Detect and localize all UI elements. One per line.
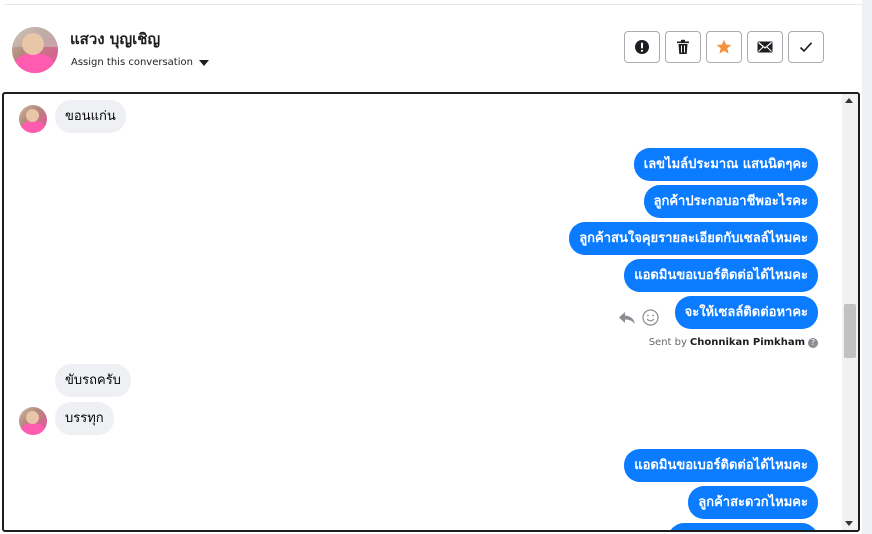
scrollbar-thumb[interactable] [844,304,856,358]
incoming-message: บรรทุก [55,402,114,435]
mark-unread-button[interactable] [747,31,783,63]
star-button[interactable] [706,31,742,63]
help-icon[interactable]: ? [808,337,818,348]
star-icon [716,39,732,54]
outgoing-message: ลูกค้าสนใจคุยรายละเอียดกับเซลล์ไหมคะ [569,222,818,255]
trash-icon [677,39,689,54]
contact-name[interactable]: แสวง บุญเชิญ [70,27,160,51]
conversation-toolbar [624,31,824,63]
envelope-icon [757,41,773,53]
page-edge-strip [862,0,872,534]
outgoing-message: แอดมินขอเบอร์ติดต่อได้ไหมคะ [624,259,818,292]
inbox-conversation-view: แสวง บุญเชิญ Assign this conversation ขอ… [0,0,872,534]
scroll-up-arrow-icon[interactable] [845,98,853,103]
checkmark-icon [799,42,813,53]
incoming-message: ขับรถครับ [55,364,131,397]
conversation-header: แสวง บุญเชิญ Assign this conversation [4,5,862,87]
contact-avatar-small [19,105,47,133]
sent-by-label: Sent by Chonnikan Pimkham ? [649,337,818,348]
outgoing-message: ลูกค้าสะดวกไหมคะ [688,486,818,519]
sender-name: Chonnikan Pimkham [689,337,805,348]
outgoing-message: เลขไมล์ประมาณ แสนนิดๆคะ [633,148,818,181]
outgoing-message: จะให้เซลล์ติดต่อหาคะ [674,296,818,329]
react-smiley-icon[interactable] [642,309,659,326]
assign-conversation-dropdown[interactable]: Assign this conversation [71,57,209,68]
scrollbar[interactable] [842,94,858,530]
scroll-down-arrow-icon[interactable] [845,521,853,526]
outgoing-message-partial [668,523,818,530]
outgoing-message: แอดมินขอเบอร์ติดต่อได้ไหมคะ [624,449,818,482]
assign-label: Assign this conversation [71,57,193,68]
reply-icon[interactable] [618,310,636,326]
contact-avatar[interactable] [12,27,58,73]
mark-spam-button[interactable] [624,31,660,63]
message-thread[interactable]: ขอนแก่น เลขไมล์ประมาณ แสนนิดๆคะ ลูกค้าปร… [2,92,860,532]
delete-button[interactable] [665,31,701,63]
sent-by-prefix: Sent by [648,337,687,348]
exclamation-icon [635,40,649,54]
caret-down-icon [198,59,209,66]
message-actions [618,309,659,326]
contact-avatar-small [19,407,47,435]
incoming-message: ขอนแก่น [55,100,126,133]
mark-done-button[interactable] [788,31,824,63]
outgoing-message: ลูกค้าประกอบอาชีพอะไรคะ [643,185,818,218]
